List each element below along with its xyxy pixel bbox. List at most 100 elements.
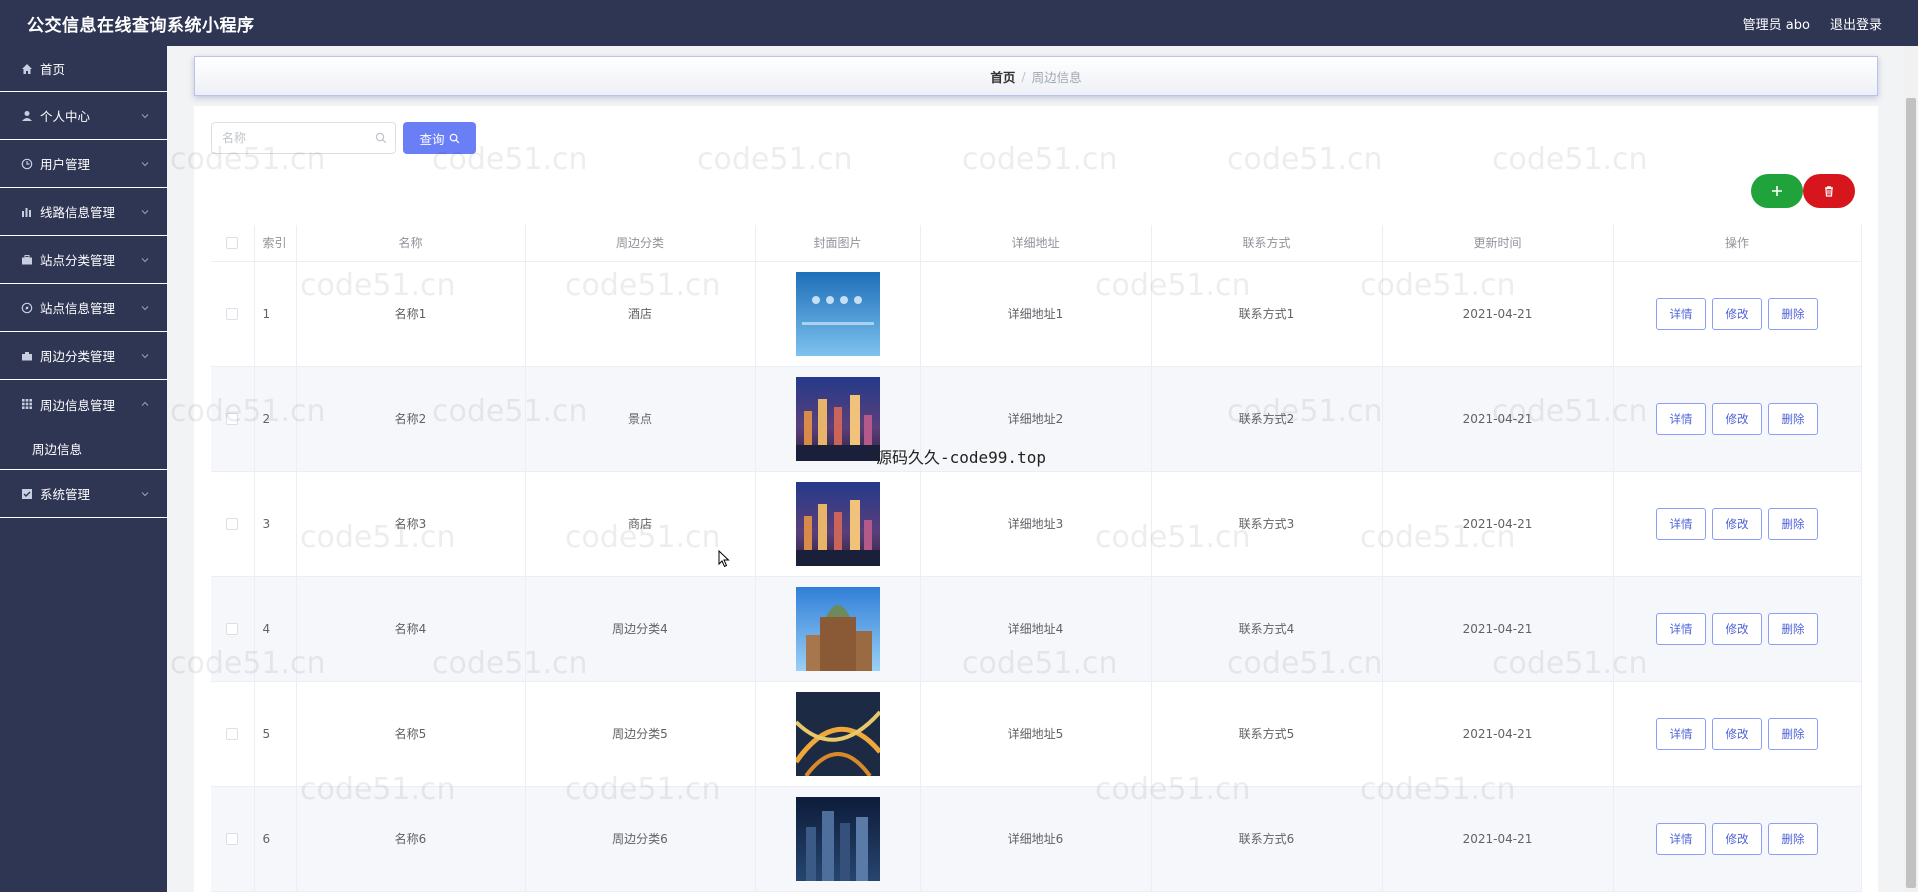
table-row: 4 名称4 周边分类4 详细地址4 联系方式4 2021-04-21 详情 修改… [211, 576, 1862, 682]
search-input[interactable] [222, 131, 372, 145]
query-button-label: 查询 [419, 132, 445, 147]
chevron-up-icon [141, 401, 149, 406]
delete-button[interactable]: 删除 [1768, 822, 1818, 855]
delete-button[interactable]: 删除 [1768, 717, 1818, 750]
sidebar-item-routes[interactable]: 线路信息管理 [0, 188, 167, 236]
topbar-right: 管理员 abo 退出登录 [1743, 14, 1882, 33]
cell-actions: 详情 修改 删除 [1613, 261, 1862, 367]
cell-cover [755, 576, 921, 682]
detail-button[interactable]: 详情 [1656, 507, 1706, 540]
sidebar-item-label: 周边信息管理 [40, 397, 116, 413]
delete-button[interactable]: 删除 [1768, 612, 1818, 645]
search-icon [449, 133, 459, 143]
sidebar-item-nearby-info[interactable]: 周边信息管理 [0, 380, 167, 428]
detail-button[interactable]: 详情 [1656, 402, 1706, 435]
cell-contact: 联系方式6 [1151, 786, 1383, 892]
row-checkbox[interactable] [226, 413, 239, 425]
add-button[interactable] [1751, 174, 1803, 208]
edit-button[interactable]: 修改 [1712, 297, 1762, 330]
cell-actions: 详情 修改 删除 [1613, 681, 1862, 787]
breadcrumb-current: 周边信息 [1031, 69, 1082, 85]
edit-button[interactable]: 修改 [1712, 402, 1762, 435]
col-header-updated: 更新时间 [1382, 225, 1614, 262]
cell-name: 名称5 [296, 681, 526, 787]
delete-button[interactable]: 删除 [1768, 297, 1818, 330]
cell-contact: 联系方式2 [1151, 366, 1383, 472]
cell-index: 6 [254, 786, 297, 892]
edit-button[interactable]: 修改 [1712, 612, 1762, 645]
cell-name: 名称6 [296, 786, 526, 892]
breadcrumb: 首页 / 周边信息 [194, 56, 1878, 96]
chevron-down-icon [141, 113, 149, 118]
cell-actions: 详情 修改 删除 [1613, 786, 1862, 892]
cell-updated: 2021-04-21 [1382, 576, 1614, 682]
col-header-category: 周边分类 [525, 225, 756, 262]
cell-cover [755, 681, 921, 787]
sidebar-item-home[interactable]: 首页 [0, 46, 167, 92]
breadcrumb-separator: / [1021, 68, 1026, 84]
cell-category: 周边分类5 [525, 681, 756, 787]
sidebar-item-users[interactable]: 用户管理 [0, 140, 167, 188]
sidebar-item-personal[interactable]: 个人中心 [0, 92, 167, 140]
cell-contact: 联系方式5 [1151, 681, 1383, 787]
cover-image [795, 796, 880, 881]
table-row: 1 名称1 酒店 详细地址1 联系方式1 2021-04-21 详情 修改 删除 [211, 261, 1862, 367]
clock-icon [20, 157, 34, 171]
cell-updated: 2021-04-21 [1382, 261, 1614, 367]
row-checkbox[interactable] [226, 308, 239, 320]
scrollbar-thumb[interactable] [1906, 98, 1916, 888]
table-row: 5 名称5 周边分类5 详细地址5 联系方式5 2021-04-21 详情 修改… [211, 681, 1862, 787]
row-checkbox[interactable] [226, 728, 239, 740]
sidebar-item-nearby-category[interactable]: 周边分类管理 [0, 332, 167, 380]
batch-delete-button[interactable] [1803, 174, 1855, 208]
edit-button[interactable]: 修改 [1712, 507, 1762, 540]
page-scrollbar[interactable] [1904, 46, 1918, 892]
sidebar-item-station-category[interactable]: 站点分类管理 [0, 236, 167, 284]
chevron-down-icon [141, 353, 149, 358]
query-button[interactable]: 查询 [403, 122, 476, 154]
edit-button[interactable]: 修改 [1712, 717, 1762, 750]
cell-address: 详细地址5 [920, 681, 1152, 787]
sidebar: 首页 个人中心 用户管理 线路信息管理 站点分类管理 站点信息管理 周边分类管理… [0, 46, 167, 892]
trash-icon [1825, 186, 1833, 197]
edit-button[interactable]: 修改 [1712, 822, 1762, 855]
sidebar-item-label: 个人中心 [40, 109, 91, 124]
app-title: 公交信息在线查询系统小程序 [27, 15, 255, 36]
cell-category: 景点 [525, 366, 756, 472]
row-checkbox[interactable] [226, 833, 239, 845]
chevron-down-icon [141, 491, 149, 496]
breadcrumb-home[interactable]: 首页 [990, 67, 1015, 86]
detail-button[interactable]: 详情 [1656, 297, 1706, 330]
detail-button[interactable]: 详情 [1656, 822, 1706, 855]
cell-updated: 2021-04-21 [1382, 681, 1614, 787]
sidebar-item-system[interactable]: 系统管理 [0, 470, 167, 518]
delete-button[interactable]: 删除 [1768, 402, 1818, 435]
cell-address: 详细地址3 [920, 471, 1152, 577]
sidebar-item-label: 用户管理 [40, 157, 91, 172]
cell-contact: 联系方式1 [1151, 261, 1383, 367]
chevron-down-icon [141, 209, 149, 214]
cell-name: 名称2 [296, 366, 526, 472]
detail-button[interactable]: 详情 [1656, 612, 1706, 645]
search-box [211, 122, 396, 154]
grid-icon [20, 397, 34, 411]
cell-contact: 联系方式4 [1151, 576, 1383, 682]
sidebar-item-station-info[interactable]: 站点信息管理 [0, 284, 167, 332]
cover-image [795, 691, 880, 776]
delete-button[interactable]: 删除 [1768, 507, 1818, 540]
row-checkbox[interactable] [226, 518, 239, 530]
cell-cover [755, 261, 921, 367]
sidebar-item-label: 周边分类管理 [40, 349, 116, 364]
logout-link[interactable]: 退出登录 [1830, 14, 1882, 33]
row-checkbox[interactable] [226, 623, 239, 635]
main-content: 首页 / 周边信息 查询 [167, 46, 1918, 892]
table-row: 6 名称6 周边分类6 详细地址6 联系方式6 2021-04-21 详情 修改… [211, 786, 1862, 892]
overlay-watermark-text: 源码久久-code99.top [876, 448, 1046, 467]
sidebar-subitem-nearby-info[interactable]: 周边信息 [0, 428, 167, 470]
select-all-checkbox[interactable] [226, 237, 239, 250]
cell-category: 周边分类4 [525, 576, 756, 682]
user-icon [20, 109, 34, 123]
sidebar-item-label: 线路信息管理 [40, 205, 116, 220]
cell-index: 5 [254, 681, 297, 787]
detail-button[interactable]: 详情 [1656, 717, 1706, 750]
